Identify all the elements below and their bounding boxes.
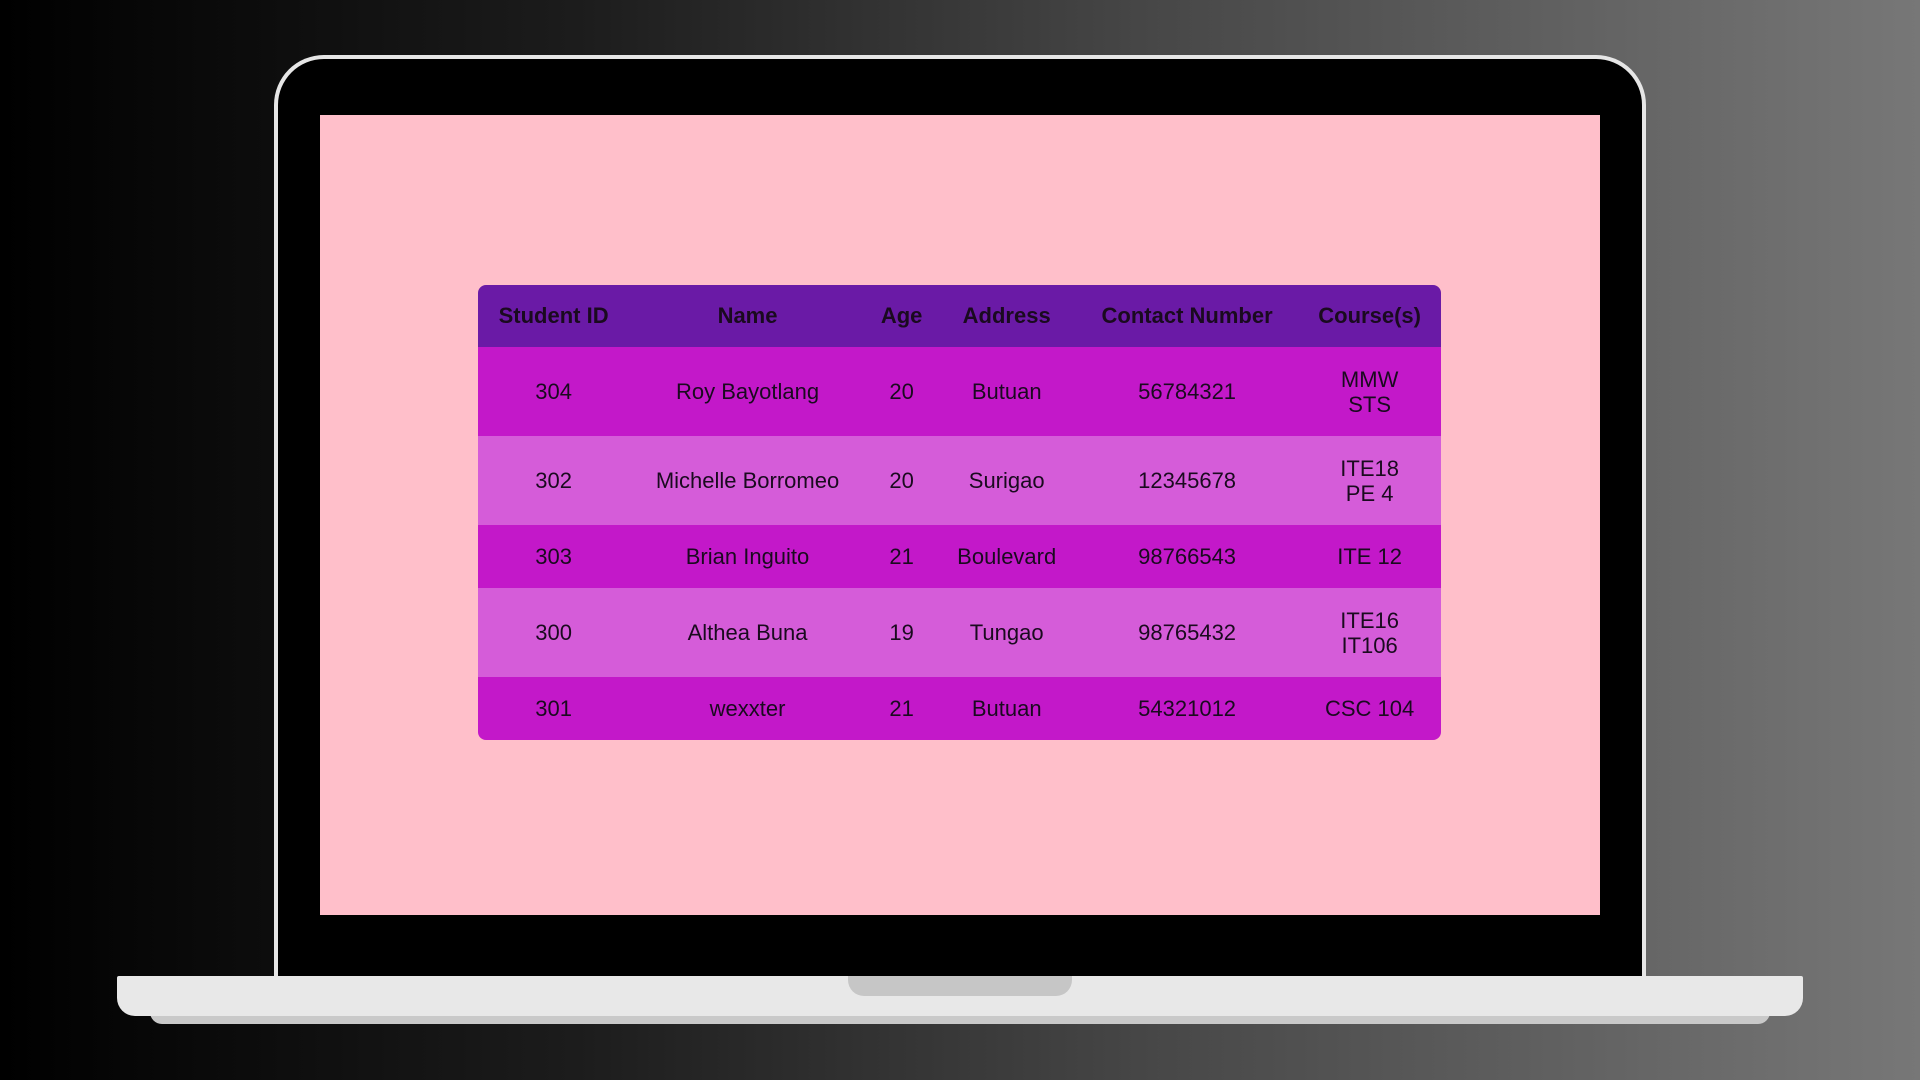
- cell-student-id: 301: [535, 696, 572, 721]
- cell-contact-number: 98765432: [1138, 620, 1237, 645]
- cell-student-id: 300: [535, 620, 572, 645]
- cell-age: 21: [889, 544, 914, 569]
- table-header-row: Student ID Name Age Address Contact Numb…: [478, 285, 1441, 347]
- course-item: STS: [1348, 391, 1392, 417]
- cell-address: Boulevard: [957, 544, 1057, 569]
- cell-age: 20: [889, 379, 914, 404]
- cell-contact-number: 98766543: [1138, 544, 1237, 569]
- cell-name: Michelle Borromeo: [655, 468, 840, 493]
- cell-student-id: 303: [535, 544, 572, 569]
- cell-address: Butuan: [971, 379, 1042, 404]
- cell-name: Brian Inguito: [685, 544, 810, 569]
- cell-age: 21: [889, 696, 914, 721]
- table-row: 301 wexxter 21 Butuan 54321012 CSC 104: [478, 677, 1441, 740]
- course-item: IT106: [1341, 632, 1398, 658]
- course-item: ITE 12: [1337, 544, 1403, 569]
- cell-age: 20: [889, 468, 914, 493]
- cell-courses: ITE18 PE 4: [1298, 436, 1441, 525]
- cell-courses: CSC 104: [1298, 677, 1441, 740]
- cell-address: Surigao: [968, 468, 1045, 493]
- cell-name: wexxter: [709, 696, 786, 721]
- cell-name: Roy Bayotlang: [675, 379, 820, 404]
- table-row: 304 Roy Bayotlang 20 Butuan 56784321 MMW…: [478, 347, 1441, 436]
- cell-student-id: 302: [535, 468, 572, 493]
- table-row: 303 Brian Inguito 21 Boulevard 98766543 …: [478, 525, 1441, 588]
- laptop-notch: [848, 976, 1072, 996]
- cell-contact-number: 54321012: [1138, 696, 1237, 721]
- cell-courses: MMW STS: [1298, 347, 1441, 436]
- student-table-container: Student ID Name Age Address Contact Numb…: [478, 285, 1441, 740]
- header-contact-number: Contact Number: [1101, 303, 1273, 328]
- table-row: 300 Althea Buna 19 Tungao 98765432 ITE16…: [478, 588, 1441, 677]
- header-address: Address: [962, 303, 1051, 328]
- cell-courses: ITE16 IT106: [1298, 588, 1441, 677]
- header-age: Age: [880, 303, 923, 328]
- cell-courses: ITE 12: [1298, 525, 1441, 588]
- student-table: Student ID Name Age Address Contact Numb…: [478, 285, 1441, 740]
- course-item: MMW: [1340, 366, 1399, 392]
- cell-address: Butuan: [971, 696, 1042, 721]
- course-item: ITE16: [1340, 607, 1399, 633]
- cell-age: 19: [889, 620, 914, 645]
- table-header: Student ID Name Age Address Contact Numb…: [478, 285, 1441, 347]
- course-item: CSC 104: [1324, 696, 1415, 721]
- cell-contact-number: 56784321: [1138, 379, 1237, 404]
- cell-address: Tungao: [969, 620, 1044, 645]
- course-item: PE 4: [1345, 480, 1394, 506]
- table-body: 304 Roy Bayotlang 20 Butuan 56784321 MMW…: [478, 347, 1441, 740]
- cell-name: Althea Buna: [687, 620, 808, 645]
- cell-contact-number: 12345678: [1138, 468, 1237, 493]
- header-courses: Course(s): [1318, 303, 1421, 328]
- header-name: Name: [717, 303, 778, 328]
- header-student-id: Student ID: [498, 303, 609, 328]
- table-row: 302 Michelle Borromeo 20 Surigao 1234567…: [478, 436, 1441, 525]
- course-item: ITE18: [1340, 455, 1399, 481]
- cell-student-id: 304: [535, 379, 572, 404]
